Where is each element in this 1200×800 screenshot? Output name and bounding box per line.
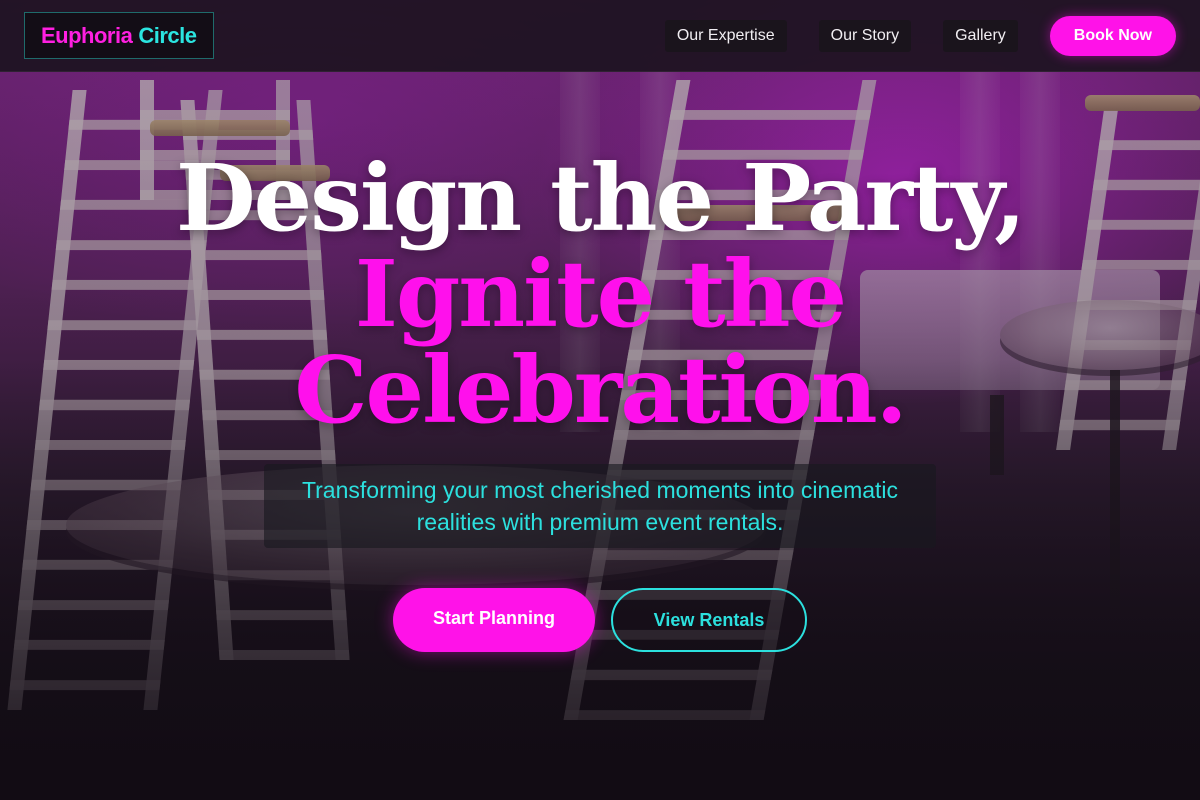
start-planning-button[interactable]: Start Planning [393, 588, 595, 652]
headline-line-2: Ignite the [354, 240, 847, 348]
brand-name-part2: Circle [138, 22, 197, 48]
nav-link-our-expertise[interactable]: Our Expertise [664, 19, 787, 52]
site-header: Euphoria Circle Our Expertise Our Story … [0, 0, 1200, 72]
hero-cta-row: Start Planning View Rentals [0, 588, 1200, 652]
hero-section: Design the Party, Ignite the Celebration… [0, 150, 1200, 652]
headline-line-1: Design the Party, [175, 144, 1026, 252]
hero-subtitle: Transforming your most cherished moments… [264, 464, 936, 548]
main-nav: Our Expertise Our Story Gallery Book Now [633, 15, 1176, 56]
hero-headline: Design the Party, Ignite the Celebration… [0, 150, 1200, 438]
nav-link-our-story[interactable]: Our Story [818, 19, 912, 52]
nav-link-gallery[interactable]: Gallery [943, 19, 1018, 52]
book-now-button[interactable]: Book Now [1049, 15, 1176, 56]
headline-line-3: Celebration. [294, 336, 907, 444]
brand-logo[interactable]: Euphoria Circle [24, 12, 214, 59]
view-rentals-button[interactable]: View Rentals [611, 588, 807, 652]
brand-name-part1: Euphoria [41, 22, 133, 48]
